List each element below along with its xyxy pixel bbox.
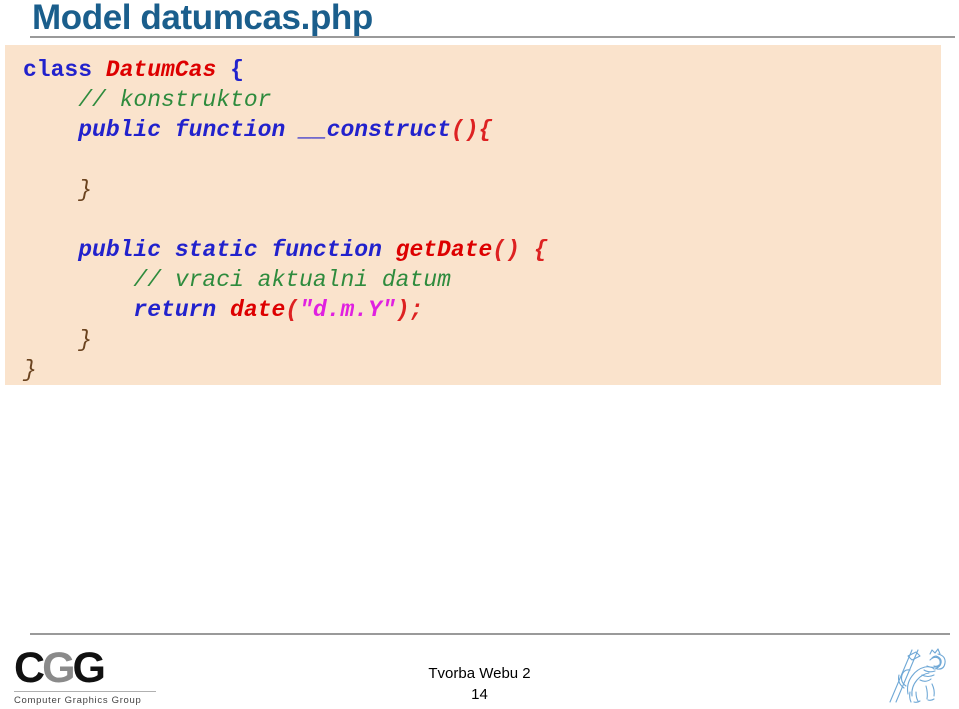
code-line: public function __construct(){ bbox=[5, 115, 941, 145]
code-token: ( bbox=[285, 297, 300, 323]
code-line: // vraci aktualni datum bbox=[5, 265, 941, 295]
footer-divider bbox=[30, 633, 950, 635]
code-block-panel: class DatumCas { // konstruktor public f… bbox=[5, 45, 941, 385]
code-token: // konstruktor bbox=[23, 87, 272, 113]
footer-page-number: 14 bbox=[471, 686, 488, 703]
code-token: class bbox=[23, 57, 106, 83]
code-token: DatumCas bbox=[105, 57, 231, 83]
code-token: } bbox=[23, 357, 37, 383]
code-line: return date("d.m.Y"); bbox=[5, 295, 941, 325]
footer-center-text: Tvorba Webu 2 14 bbox=[0, 663, 959, 705]
code-line: } bbox=[5, 355, 941, 385]
code-token: __construct bbox=[299, 117, 451, 143]
code-line: // konstruktor bbox=[5, 85, 941, 115]
code-line: class DatumCas { bbox=[5, 55, 941, 85]
code-token: } bbox=[23, 177, 93, 203]
code-token: "d.m.Y" bbox=[299, 297, 396, 323]
code-token: (){ bbox=[450, 117, 493, 143]
code-token: public function bbox=[78, 117, 300, 143]
code-token: ); bbox=[395, 297, 424, 323]
code-token: { bbox=[230, 57, 244, 83]
ctu-lion-emblem-icon bbox=[886, 646, 950, 704]
page-title: Model datumcas.php bbox=[32, 0, 373, 37]
code-token: () { bbox=[492, 237, 548, 263]
code-line: public static function getDate() { bbox=[5, 235, 941, 265]
code-token: public static function bbox=[78, 237, 396, 263]
code-token: getDate bbox=[395, 237, 493, 263]
code-token: return bbox=[133, 297, 231, 323]
code-line: } bbox=[5, 325, 941, 355]
footer-course-name: Tvorba Webu 2 bbox=[428, 665, 531, 682]
code-token: // vraci aktualni datum bbox=[23, 267, 451, 293]
code-token: date bbox=[230, 297, 286, 323]
code-token: } bbox=[23, 327, 93, 353]
code-line: } bbox=[5, 175, 941, 205]
title-divider bbox=[30, 36, 955, 38]
